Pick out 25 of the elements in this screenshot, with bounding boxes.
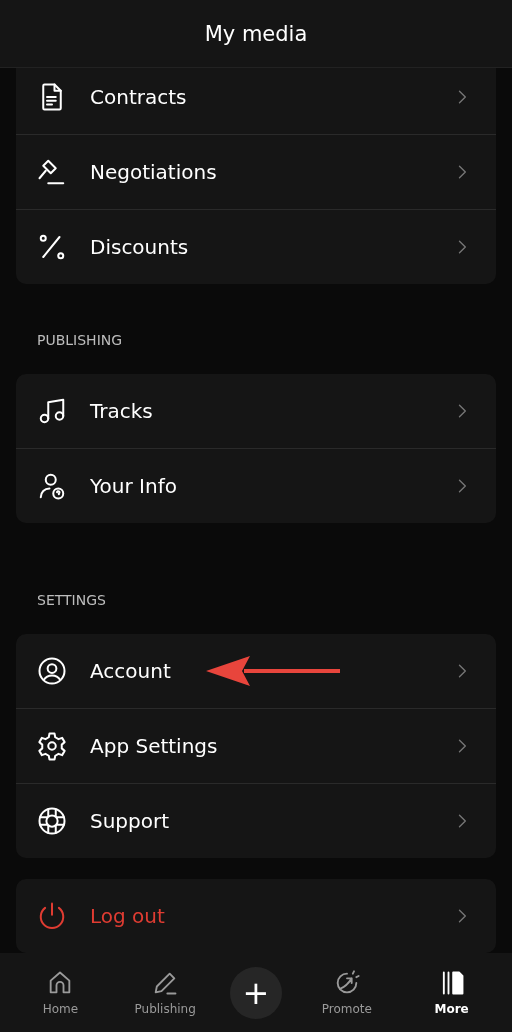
user-question-icon xyxy=(37,471,67,501)
menu-item[interactable]: Support xyxy=(16,783,496,858)
section-heading: PUBLISHING xyxy=(36,331,124,350)
nav-tab[interactable]: Promote xyxy=(306,969,387,1016)
nav-tab[interactable]: More xyxy=(411,969,492,1016)
add-button[interactable]: + xyxy=(230,966,282,1019)
section-heading: SETTINGS xyxy=(36,591,107,610)
nav-tab[interactable]: Home xyxy=(20,969,101,1016)
nav-tab[interactable]: Publishing xyxy=(125,969,206,1016)
user-circle-icon xyxy=(37,656,67,686)
menu-item[interactable]: App Settings xyxy=(16,708,496,783)
menu-item[interactable]: Negotiations xyxy=(16,134,496,209)
gear-icon xyxy=(37,731,67,761)
music-note-icon xyxy=(37,396,67,426)
gavel-icon xyxy=(37,157,67,187)
menu-item[interactable]: Your Info xyxy=(16,448,496,523)
menu-item[interactable]: Tracks xyxy=(16,374,496,448)
percent-icon xyxy=(37,232,67,262)
menu-item[interactable]: Discounts xyxy=(16,209,496,284)
power-icon xyxy=(37,901,67,931)
menu-item[interactable]: Account xyxy=(16,634,496,708)
menu-item[interactable]: Log out xyxy=(16,879,496,953)
lifebuoy-icon xyxy=(37,806,67,836)
screen-title: My media xyxy=(204,21,308,46)
menu-item[interactable]: Contracts xyxy=(16,68,496,134)
